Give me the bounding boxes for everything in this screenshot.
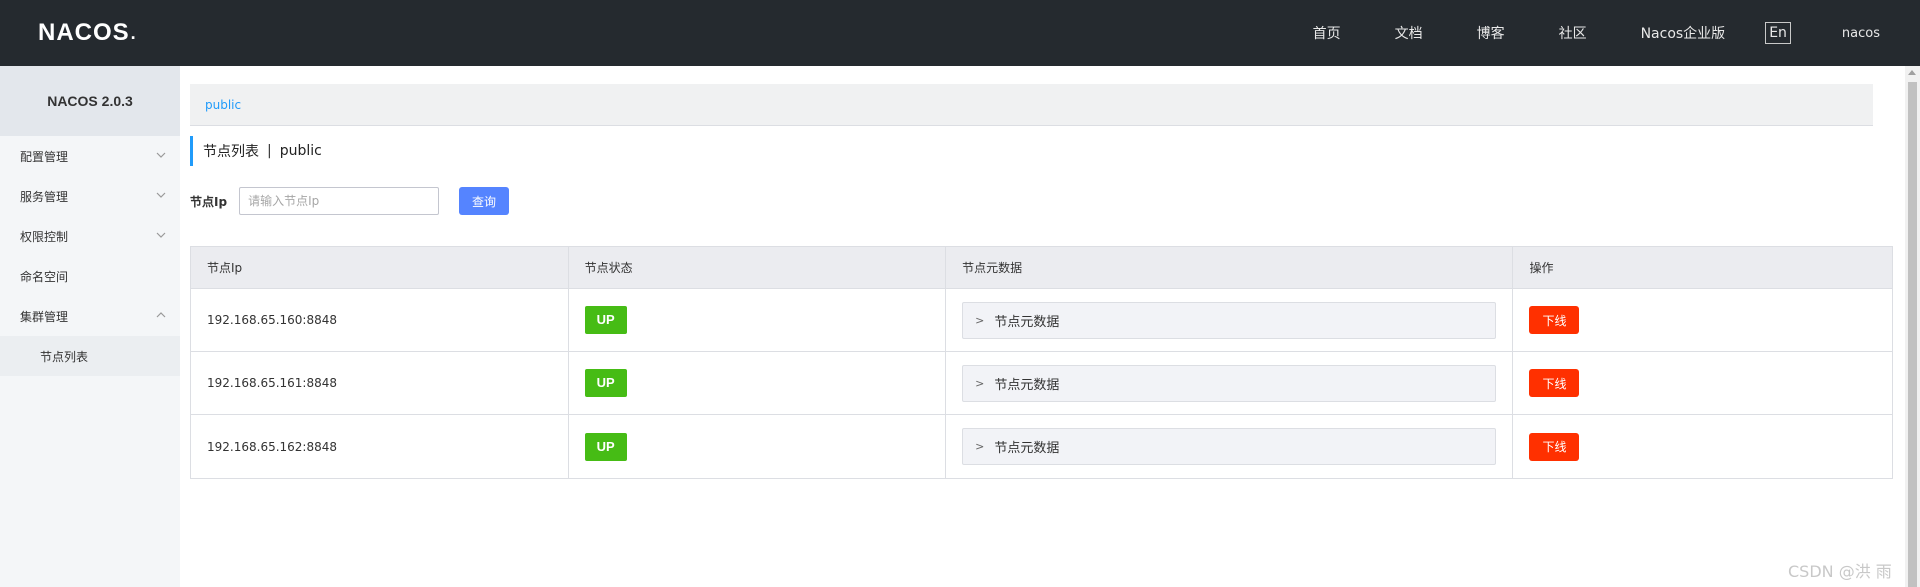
column-header-ip: 节点Ip (191, 247, 569, 288)
scrollbar-thumb[interactable] (1908, 82, 1917, 587)
table-row: 192.168.65.160:8848 UP > 节点元数据 下线 (191, 289, 1892, 352)
node-metadata-cell: > 节点元数据 (946, 352, 1514, 414)
chevron-up-icon (156, 312, 166, 318)
metadata-expander[interactable]: > 节点元数据 (962, 364, 1497, 402)
page-title-namespace: public (279, 143, 322, 159)
offline-button[interactable]: 下线 (1529, 369, 1580, 397)
chevron-right-icon: > (975, 376, 985, 390)
metadata-expander[interactable]: > 节点元数据 (962, 301, 1497, 339)
nav-community[interactable]: 社区 (1559, 23, 1587, 43)
top-nav: 首页 文档 博客 社区 Nacos企业版 En nacos (1313, 0, 1880, 66)
column-header-status: 节点状态 (569, 247, 947, 288)
namespace-bar: public (190, 84, 1873, 126)
chevron-down-icon (156, 152, 166, 158)
node-table: 节点Ip 节点状态 节点元数据 操作 192.168.65.160:8848 U… (190, 246, 1893, 479)
node-action-cell: 下线 (1513, 289, 1892, 351)
sidebar-item-cluster[interactable]: 集群管理 (0, 296, 180, 336)
scroll-up-icon[interactable] (1908, 70, 1916, 75)
chevron-down-icon (156, 192, 166, 198)
sidebar: NACOS 2.0.3 配置管理 服务管理 权限控制 命名空间 集群管理 节点列… (0, 66, 180, 587)
sidebar-item-service[interactable]: 服务管理 (0, 176, 180, 216)
offline-button[interactable]: 下线 (1529, 432, 1580, 461)
column-header-metadata: 节点元数据 (946, 247, 1514, 288)
status-badge: UP (584, 369, 627, 397)
column-header-action: 操作 (1529, 261, 1554, 275)
node-action-cell: 下线 (1513, 415, 1892, 478)
table-row: 192.168.65.161:8848 UP > 节点元数据 下线 (191, 352, 1892, 415)
vertical-scrollbar[interactable] (1905, 66, 1920, 587)
logo-text: NACOS (38, 19, 130, 46)
node-status-cell: UP (569, 415, 947, 478)
metadata-expander[interactable]: > 节点元数据 (962, 428, 1497, 465)
nav-blog[interactable]: 博客 (1477, 23, 1505, 43)
node-ip-cell: 192.168.65.162:8848 (191, 415, 569, 478)
status-badge: UP (584, 432, 627, 461)
sidebar-item-auth[interactable]: 权限控制 (0, 216, 180, 256)
metadata-label: 节点元数据 (994, 377, 1060, 393)
page-title-text: 节点列表 (203, 144, 259, 160)
page-title: 节点列表 | public (190, 136, 322, 166)
query-button[interactable]: 查询 (459, 187, 510, 215)
table-row: 192.168.65.162:8848 UP > 节点元数据 下线 (191, 415, 1892, 478)
page-title-separator: | (267, 143, 272, 159)
node-action-cell: 下线 (1513, 352, 1892, 414)
sidebar-item-label: 服务管理 (20, 189, 69, 204)
offline-button[interactable]: 下线 (1529, 306, 1580, 334)
sidebar-item-label: 命名空间 (20, 269, 69, 284)
namespace-link-public[interactable]: public (205, 98, 241, 112)
main-content: public 节点列表 | public 节点Ip 查询 节点Ip 节点状态 节… (180, 66, 1900, 587)
search-row: 节点Ip 查询 (190, 186, 510, 216)
nacos-logo[interactable]: NACOS. (38, 19, 137, 47)
node-metadata-cell: > 节点元数据 (946, 289, 1514, 351)
node-status-cell: UP (569, 289, 947, 351)
node-ip-cell: 192.168.65.161:8848 (191, 352, 569, 414)
top-header: NACOS. 首页 文档 博客 社区 Nacos企业版 En nacos (0, 0, 1920, 66)
chevron-right-icon: > (975, 313, 985, 327)
language-toggle[interactable]: En (1765, 22, 1791, 44)
sidebar-item-label: 集群管理 (20, 309, 69, 324)
node-status-cell: UP (569, 352, 947, 414)
search-label: 节点Ip (190, 194, 228, 209)
sidebar-subitem-node-list[interactable]: 节点列表 (0, 336, 180, 376)
metadata-label: 节点元数据 (994, 314, 1060, 330)
node-ip-input[interactable] (239, 187, 440, 215)
sidebar-title: NACOS 2.0.3 (0, 66, 180, 136)
user-menu[interactable]: nacos (1842, 26, 1880, 41)
nav-enterprise[interactable]: Nacos企业版 (1641, 23, 1726, 43)
metadata-label: 节点元数据 (994, 441, 1060, 456)
chevron-down-icon (156, 232, 166, 238)
sidebar-item-config[interactable]: 配置管理 (0, 136, 180, 176)
logo-dot: . (130, 22, 137, 43)
chevron-right-icon: > (975, 440, 985, 453)
node-metadata-cell: > 节点元数据 (946, 415, 1514, 478)
node-ip-cell: 192.168.65.160:8848 (191, 289, 569, 351)
sidebar-item-namespace[interactable]: 命名空间 (0, 256, 180, 296)
sidebar-item-label: 配置管理 (20, 149, 69, 164)
nav-home[interactable]: 首页 (1313, 23, 1341, 43)
sidebar-item-label: 权限控制 (20, 229, 69, 244)
nav-docs[interactable]: 文档 (1395, 23, 1423, 43)
watermark: CSDN @洪 雨 (1788, 562, 1892, 581)
status-badge: UP (584, 306, 627, 334)
table-header: 节点Ip 节点状态 节点元数据 操作 (191, 247, 1892, 289)
